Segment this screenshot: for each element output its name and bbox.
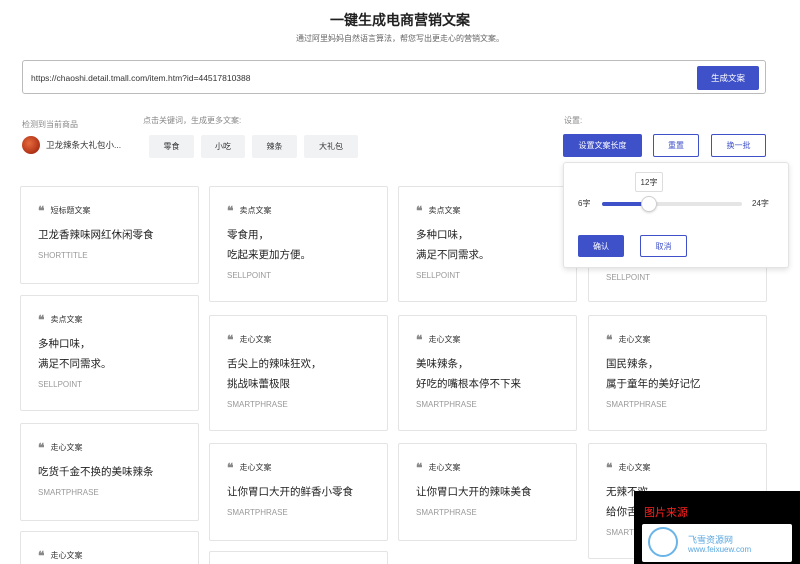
card-tag: 卖点文案: [428, 206, 461, 215]
cancel-button[interactable]: 取消: [640, 235, 687, 257]
length-slider[interactable]: [602, 196, 742, 212]
card-type: SHORTTITLE: [38, 251, 88, 260]
keyword-chip[interactable]: 小吃: [201, 135, 245, 158]
card-content: 多种口味， 满足不同需求。: [38, 338, 112, 370]
card-tag: 走心文案: [618, 463, 651, 472]
quote-icon: ❝: [416, 460, 423, 475]
length-popover: 12字 6字 24字 确认 取消: [563, 162, 789, 268]
keyword-chip[interactable]: 辣条: [252, 135, 297, 158]
quote-icon: ❝: [38, 548, 45, 563]
card-type: SELLPOINT: [227, 271, 272, 280]
card-content: 让你胃口大开的辣味美食: [416, 486, 532, 498]
card-type: SMARTPHRASE: [606, 400, 667, 409]
card-tag: 短标题文案: [50, 206, 91, 215]
watermark-url: www.feixuew.com: [688, 545, 752, 554]
card-type: SELLPOINT: [606, 273, 651, 282]
page-subtitle: 通过阿里妈妈自然语言算法，帮您写出更走心的营销文案。: [296, 34, 504, 43]
card-content: 舌尖上的辣味狂欢， 挑战味蕾极限: [227, 358, 322, 390]
copy-card[interactable]: ❝ 走心文案 让你胃口大开的辣味美食 SMARTPHRASE: [398, 443, 577, 541]
card-tag: 走心文案: [239, 463, 272, 472]
card-tag: 卖点文案: [50, 315, 83, 324]
confirm-button[interactable]: 确认: [578, 235, 624, 257]
card-type: SMARTPHRASE: [38, 488, 99, 497]
quote-icon: ❝: [416, 203, 423, 218]
copy-card[interactable]: ❝ 走心文案 让你胃口大开的鲜香小零食 SMARTPHRASE: [209, 443, 388, 541]
set-length-button[interactable]: 设置文案长度: [563, 134, 642, 157]
slider-value-tooltip: 12字: [635, 172, 663, 192]
keyword-chip[interactable]: 大礼包: [304, 135, 358, 158]
settings-label: 设置:: [564, 116, 583, 125]
quote-icon: ❝: [606, 460, 613, 475]
product-item: 卫龙辣条大礼包小...: [22, 136, 121, 154]
reset-button[interactable]: 重置: [653, 134, 699, 157]
card-content: 吃货千金不换的美味辣条: [38, 466, 154, 478]
copy-card[interactable]: ❝ 走心文案 舌尖上的辣味狂欢， 挑战味蕾极限 SMARTPHRASE: [209, 315, 388, 431]
product-name: 卫龙辣条大礼包小...: [46, 140, 122, 150]
quote-icon: ❝: [38, 203, 45, 218]
quote-icon: ❝: [38, 312, 45, 327]
slider-max-label: 24字: [752, 199, 769, 208]
copy-card[interactable]: ❝ 走心文案 国民辣条， 属于童年的美好记忆 SMARTPHRASE: [588, 315, 767, 431]
copy-card[interactable]: ❝ 卖点文案 多种口味， 满足不同需求。 SELLPOINT: [398, 186, 577, 302]
quote-icon: ❝: [606, 332, 613, 347]
card-tag: 走心文案: [50, 551, 83, 560]
quote-icon: ❝: [227, 332, 234, 347]
watermark-logo: 飞雪资源网 www.feixuew.com: [642, 524, 792, 562]
copy-card[interactable]: ❝ 走心文案 美味辣条， 好吃的嘴根本停不下来 SMARTPHRASE: [398, 315, 577, 431]
copy-card[interactable]: ❝ 卖点文案 零食用， 吃起来更加方便。 SELLPOINT: [209, 186, 388, 302]
copy-card[interactable]: ❝ 卖点文案 多种口味， 满足不同需求。 SELLPOINT: [20, 295, 199, 411]
card-content: 多种口味， 满足不同需求。: [416, 229, 490, 261]
card-tag: 卖点文案: [239, 206, 272, 215]
watermark-overlay: 图片来源 飞雪资源网 www.feixuew.com: [634, 491, 800, 564]
card-content: 零食用， 吃起来更加方便。: [227, 229, 311, 261]
product-thumbnail: [22, 136, 40, 154]
copy-card[interactable]: ❝ 走心文案: [20, 531, 199, 564]
slider-min-label: 6字: [578, 199, 591, 208]
card-type: SELLPOINT: [416, 271, 461, 280]
copy-card[interactable]: [209, 551, 388, 564]
card-content: 美味辣条， 好吃的嘴根本停不下来: [416, 358, 521, 390]
product-detected-label: 检测到当前商品: [22, 120, 78, 129]
logo-icon: [648, 527, 678, 557]
slider-handle[interactable]: [640, 196, 657, 212]
refresh-batch-button[interactable]: 换一批: [711, 134, 766, 157]
card-tag: 走心文案: [428, 463, 461, 472]
card-content: 国民辣条， 属于童年的美好记忆: [606, 358, 701, 390]
quote-icon: ❝: [38, 440, 45, 455]
card-type: SMARTPHRASE: [227, 508, 288, 517]
quote-icon: ❝: [227, 460, 234, 475]
card-type: SELLPOINT: [38, 380, 83, 389]
card-content: 卫龙香辣味网红休闲零食: [38, 229, 154, 241]
copy-card[interactable]: ❝ 短标题文案 卫龙香辣味网红休闲零食 SHORTTITLE: [20, 186, 199, 284]
card-content: 让你胃口大开的鲜香小零食: [227, 486, 353, 498]
quote-icon: ❝: [227, 203, 234, 218]
card-type: SMARTPHRASE: [416, 400, 477, 409]
card-tag: 走心文案: [50, 443, 83, 452]
keywords-label: 点击关键词，生成更多文案:: [143, 116, 242, 125]
card-type: SMARTPHRASE: [416, 508, 477, 517]
generate-button[interactable]: 生成文案: [697, 66, 759, 90]
watermark-source: 图片来源: [644, 507, 688, 519]
keyword-chip[interactable]: 零食: [149, 135, 194, 158]
card-type: SMARTPHRASE: [227, 400, 288, 409]
url-input[interactable]: [31, 70, 671, 86]
copy-card[interactable]: ❝ 走心文案 吃货千金不换的美味辣条 SMARTPHRASE: [20, 423, 199, 521]
card-tag: 走心文案: [618, 335, 651, 344]
url-bar: 生成文案: [22, 60, 766, 94]
quote-icon: ❝: [416, 332, 423, 347]
card-tag: 走心文案: [239, 335, 272, 344]
page-title: 一键生成电商营销文案: [330, 12, 470, 28]
card-tag: 走心文案: [428, 335, 461, 344]
